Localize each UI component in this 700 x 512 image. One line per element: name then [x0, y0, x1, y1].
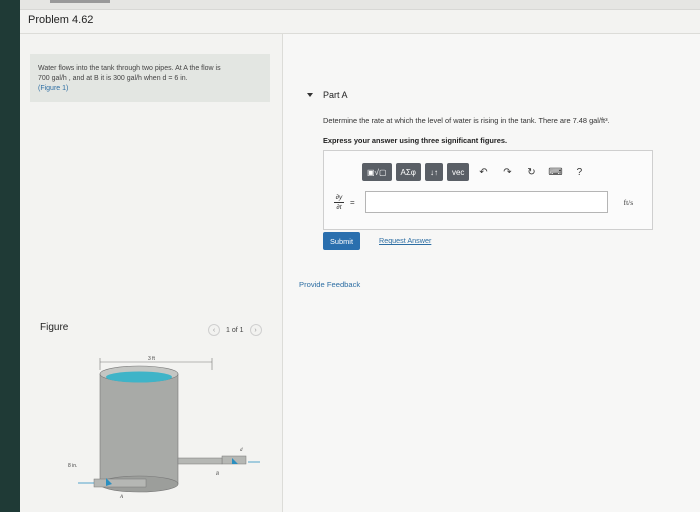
provide-feedback-link[interactable]: Provide Feedback	[299, 280, 360, 289]
tank-body	[99, 373, 179, 485]
label-b: B	[216, 472, 219, 477]
math-toolbar: ▣√▢ ΑΣφ ↓↑ vec ↶ ↷ ↻ ⌨ ?	[362, 163, 589, 181]
part-label: Part A	[323, 90, 348, 100]
undo-icon[interactable]: ↶	[473, 163, 493, 181]
redo-icon[interactable]: ↷	[497, 163, 517, 181]
statement-line-1: Water flows into the tank through two pi…	[38, 65, 221, 72]
left-column: Water flows into the tank through two pi…	[20, 34, 282, 512]
answer-unit: ft/s	[623, 197, 634, 207]
problem-title: Problem 4.62	[28, 14, 94, 26]
right-column: Part A Determine the rate at which the l…	[282, 34, 700, 512]
answer-lhs: ∂y ∂t	[334, 194, 344, 211]
label-d: d	[240, 448, 243, 453]
chevron-left-icon[interactable]: ‹	[208, 324, 220, 336]
arrows-button[interactable]: ↓↑	[424, 163, 443, 181]
answer-input[interactable]	[364, 191, 608, 213]
problem-statement: Water flows into the tank through two pi…	[30, 54, 270, 102]
dim-top-label: 3 ft	[148, 356, 156, 362]
greek-button[interactable]: ΑΣφ	[395, 163, 421, 181]
tank-figure: 3 ft d B 8 in. A	[68, 356, 260, 500]
submit-button[interactable]: Submit	[323, 232, 361, 250]
pipe-a	[93, 478, 147, 488]
pipe-b-connector	[177, 457, 223, 465]
part-a-header[interactable]: Part A	[307, 90, 348, 100]
figure-label: Figure	[40, 322, 69, 333]
problem-page: Problem 4.62 Water flows into the tank t…	[20, 0, 700, 512]
templates-button[interactable]: ▣√▢	[362, 163, 392, 181]
lhs-numerator: ∂y	[335, 193, 343, 201]
figure-link[interactable]: (Figure 1)	[38, 84, 262, 94]
question-text: Determine the rate at which the level of…	[323, 116, 610, 125]
figure-pager: ‹ 1 of 1 ›	[208, 324, 262, 336]
lhs-denominator: ∂t	[336, 203, 342, 211]
caret-down-icon	[307, 93, 313, 97]
keyboard-icon[interactable]: ⌨	[545, 163, 565, 181]
equals-sign: =	[350, 197, 355, 207]
dim-left-label: 8 in.	[68, 463, 77, 469]
answer-row: ∂y ∂t = ft/s	[334, 191, 650, 213]
chevron-right-icon[interactable]: ›	[249, 324, 262, 336]
request-answer-link[interactable]: Request Answer	[379, 236, 431, 245]
instruction-text: Express your answer using three signific…	[323, 136, 507, 145]
answer-box: ▣√▢ ΑΣφ ↓↑ vec ↶ ↷ ↻ ⌨ ? ∂y ∂t = ft/s	[323, 150, 653, 230]
vec-button[interactable]: vec	[446, 163, 470, 181]
help-button[interactable]: ?	[569, 163, 589, 181]
label-a: A	[119, 495, 124, 500]
statement-line-2: 700 gal/h , and at B it is 300 gal/h whe…	[38, 75, 188, 82]
water-surface	[106, 371, 172, 383]
top-indicator	[50, 0, 110, 3]
fraction-bar	[334, 201, 344, 203]
reset-icon[interactable]: ↻	[521, 163, 541, 181]
pager-text: 1 of 1	[226, 326, 244, 334]
top-band	[20, 0, 700, 10]
